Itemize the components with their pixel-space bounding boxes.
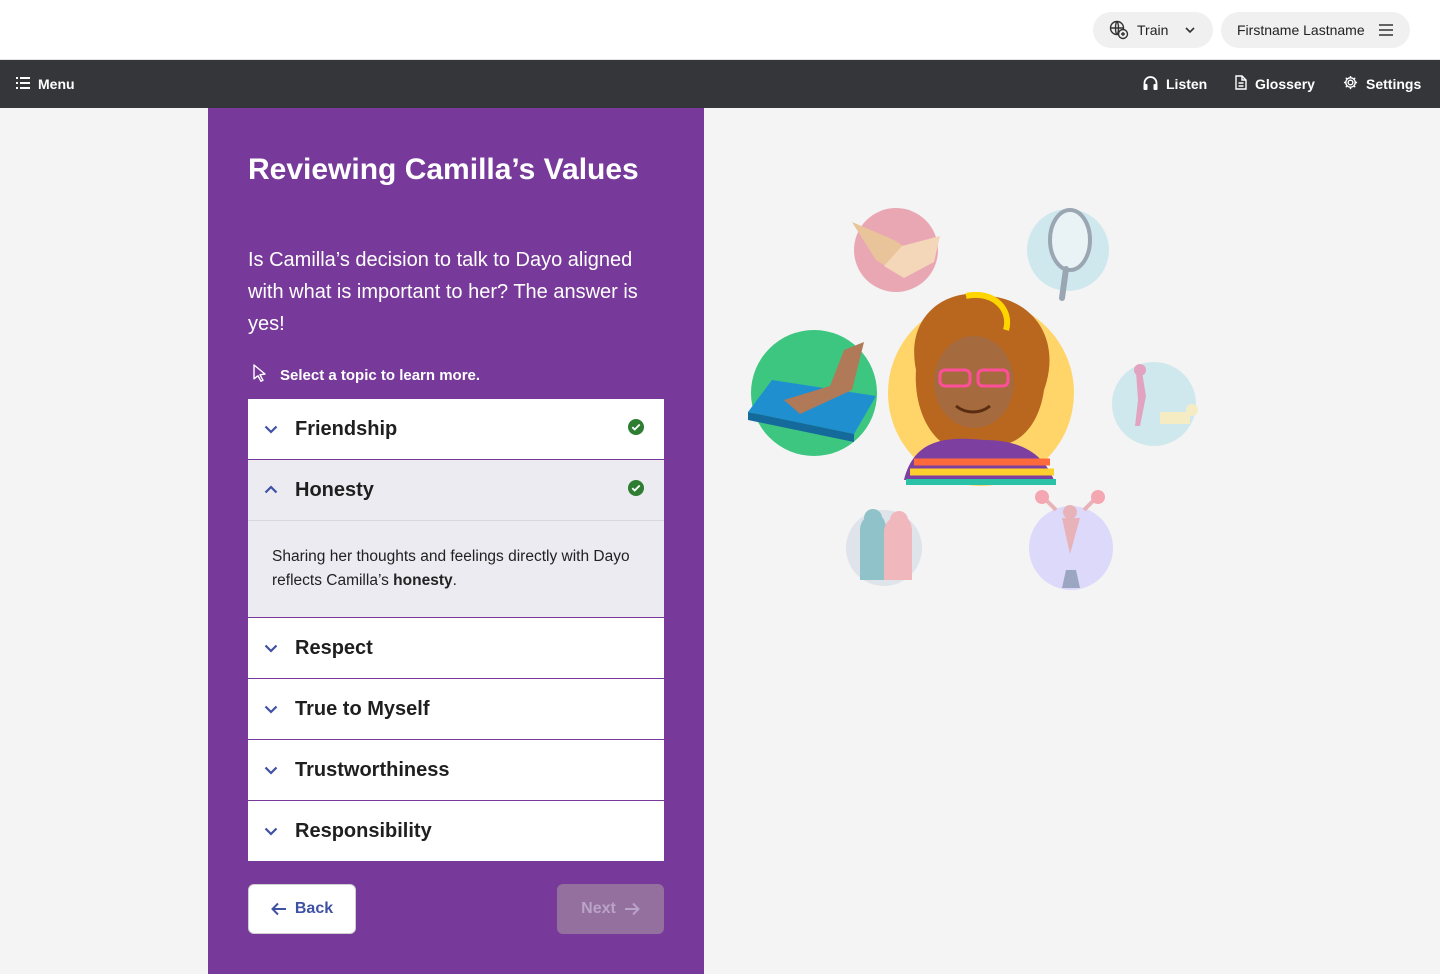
- next-button[interactable]: Next: [557, 884, 664, 934]
- user-menu-button[interactable]: Firstname Lastname: [1221, 12, 1410, 48]
- hamburger-icon: [1378, 23, 1394, 37]
- values-illustration: [748, 208, 1198, 590]
- hint-text: Select a topic to learn more.: [280, 366, 481, 384]
- train-mode-dropdown[interactable]: Train: [1093, 12, 1213, 48]
- topic-respect: Respect: [248, 618, 664, 679]
- topic-true-to-myself-header[interactable]: True to Myself: [248, 679, 664, 739]
- globe-icon: [1109, 20, 1129, 40]
- chevron-down-icon: [264, 644, 278, 653]
- mirror-icon: [1027, 208, 1109, 301]
- topic-friendship: Friendship: [248, 399, 664, 460]
- glossary-button[interactable]: Glossery: [1235, 60, 1315, 108]
- headphones-icon: [1143, 75, 1158, 93]
- topic-honesty: Honesty Sharing her thoughts and feeling…: [248, 460, 664, 618]
- settings-label: Settings: [1366, 76, 1422, 92]
- chevron-down-icon: [1184, 24, 1196, 36]
- topic-trustworthiness-header[interactable]: Trustworthiness: [248, 740, 664, 800]
- arrow-left-icon: [270, 902, 286, 916]
- camilla-portrait: [888, 291, 1074, 486]
- lesson-intro: Is Camilla’s decision to talk to Dayo al…: [248, 249, 638, 335]
- topic-true-to-myself: True to Myself: [248, 679, 664, 740]
- back-button[interactable]: Back: [248, 884, 356, 934]
- topic-accordion: Friendship Honesty Sharing her thoughts …: [248, 399, 664, 862]
- chevron-down-icon: [264, 425, 278, 434]
- topic-trustworthiness: Trustworthiness: [248, 740, 664, 801]
- hand-on-book-icon: [748, 330, 877, 456]
- lesson-panel: Reviewing Camilla’s Values Is Camilla’s …: [208, 108, 704, 974]
- two-people-icon: [846, 509, 922, 586]
- topic-label: True to Myself: [295, 697, 430, 720]
- topic-label: Honesty: [295, 478, 374, 501]
- menu-button[interactable]: Menu: [16, 60, 75, 108]
- topic-responsibility-header[interactable]: Responsibility: [248, 801, 664, 861]
- listen-label: Listen: [1166, 76, 1208, 92]
- topic-friendship-header[interactable]: Friendship: [248, 399, 664, 459]
- arrow-right-icon: [624, 902, 640, 916]
- walking-dog-icon: [1112, 362, 1198, 446]
- train-label: Train: [1137, 22, 1169, 38]
- topic-body-end: .: [452, 572, 457, 589]
- chevron-down-icon: [264, 766, 278, 775]
- user-name: Firstname Lastname: [1237, 22, 1365, 38]
- topic-label: Trustworthiness: [295, 758, 450, 781]
- topic-honesty-header[interactable]: Honesty: [248, 460, 664, 520]
- topic-respect-header[interactable]: Respect: [248, 618, 664, 678]
- topic-honesty-body: Sharing her thoughts and feelings direct…: [248, 520, 664, 617]
- nav-bar: Menu Listen Glossery Settings: [0, 60, 1440, 108]
- document-icon: [1235, 75, 1247, 93]
- listen-button[interactable]: Listen: [1143, 60, 1207, 108]
- glossary-label: Glossery: [1255, 76, 1315, 92]
- top-bar: Train Firstname Lastname: [0, 0, 1440, 60]
- gear-icon: [1343, 75, 1358, 93]
- topic-body-emphasis: honesty: [393, 572, 453, 589]
- next-label: Next: [581, 900, 616, 917]
- topic-label: Friendship: [295, 417, 398, 440]
- chevron-down-icon: [264, 827, 278, 836]
- page-title: Reviewing Camilla’s Values: [248, 153, 639, 186]
- topic-label: Respect: [295, 636, 373, 659]
- cheerleader-icon: [1029, 490, 1113, 590]
- topic-responsibility: Responsibility: [248, 801, 664, 862]
- list-icon: [16, 76, 30, 92]
- settings-button[interactable]: Settings: [1343, 60, 1421, 108]
- handshake-icon: [852, 208, 940, 292]
- topic-label: Responsibility: [295, 819, 432, 842]
- chevron-up-icon: [264, 485, 278, 494]
- menu-label: Menu: [38, 76, 75, 92]
- chevron-down-icon: [264, 705, 278, 714]
- check-circle-icon: [628, 419, 644, 435]
- select-hint: Select a topic to learn more.: [252, 364, 480, 386]
- pointer-icon: [252, 364, 268, 386]
- check-circle-icon: [628, 480, 644, 496]
- back-label: Back: [294, 900, 334, 917]
